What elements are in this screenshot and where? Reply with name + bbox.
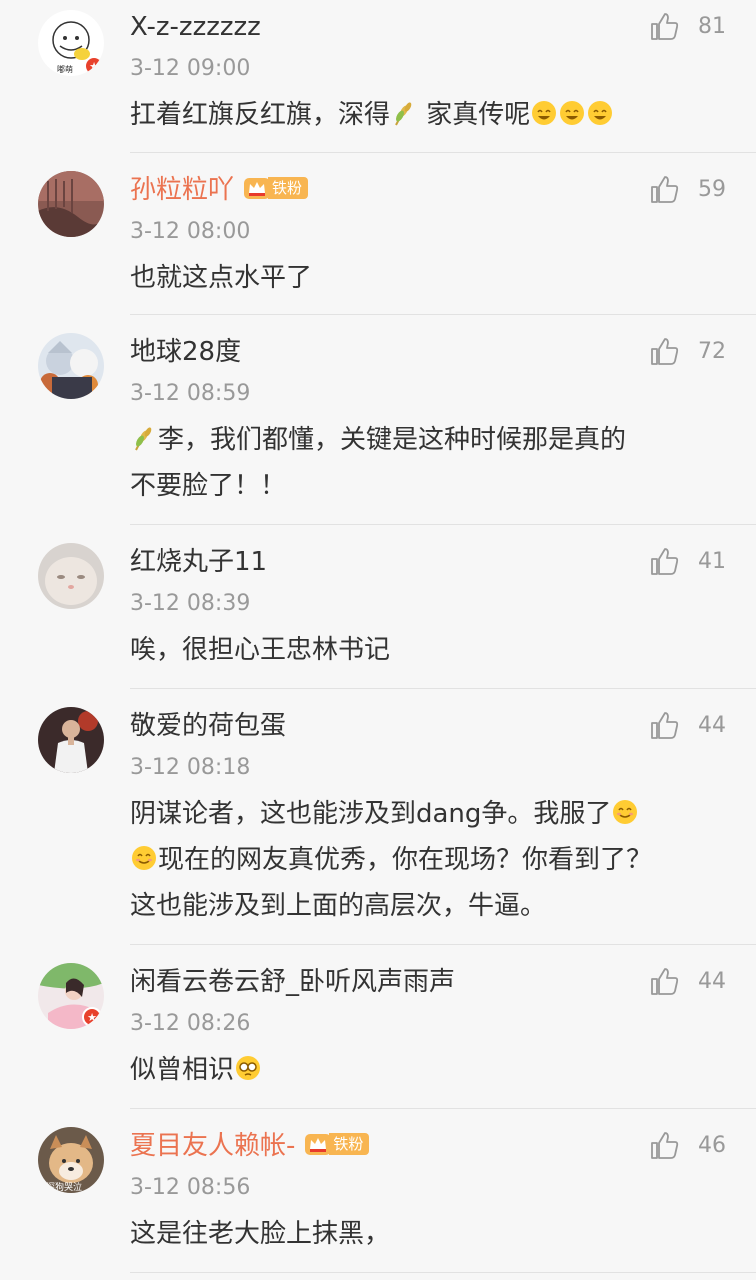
comment-text: 也就这点水平了	[130, 263, 313, 293]
avatar[interactable]	[38, 333, 104, 399]
timestamp: 3-12 08:18	[130, 755, 251, 780]
avatar[interactable]: 嘟萌 ★	[38, 10, 104, 76]
comment-text: 似曾相识	[130, 1047, 696, 1093]
like-button[interactable]: 72	[648, 335, 726, 367]
thumbs-up-icon	[651, 1132, 679, 1159]
timestamp: 3-12 08:39	[130, 591, 251, 616]
verified-badge-icon: ★	[84, 56, 104, 76]
like-button[interactable]: 44	[648, 965, 726, 997]
comment-item[interactable]: 嘟萌 ★ X-z-zzzzzz 3-12 09:00 扛着红旗反红旗，深得 家真…	[38, 0, 756, 153]
verified-badge-icon: ★	[82, 1007, 102, 1027]
timestamp: 3-12 08:00	[130, 219, 251, 244]
avatar[interactable]	[38, 707, 104, 773]
timestamp: 3-12 09:00	[130, 56, 251, 81]
username[interactable]: 夏目友人赖帐- 铁粉	[130, 1131, 370, 1161]
comment-text: 李，我们都懂，关键是这种时候那是真的 不要脸了！！	[130, 417, 696, 509]
username[interactable]: X-z-zzzzzz	[130, 12, 261, 42]
like-button[interactable]: 59	[648, 173, 726, 205]
comment-text: 扛着红旗反红旗，深得 家真传呢	[130, 92, 696, 138]
svg-text:探狗哭泣: 探狗哭泣	[46, 1181, 82, 1193]
avatar[interactable]: 探狗哭泣	[38, 1127, 104, 1193]
svg-text:嘟萌: 嘟萌	[57, 64, 73, 74]
avatar[interactable]	[38, 543, 104, 609]
like-count: 44	[698, 968, 726, 994]
like-count: 81	[698, 13, 726, 39]
comment-text: 唉，很担心王忠林书记	[130, 635, 391, 665]
avatar[interactable]: ★	[38, 963, 104, 1029]
timestamp: 3-12 08:26	[130, 1011, 251, 1036]
like-count: 41	[698, 548, 726, 574]
timestamp: 3-12 08:59	[130, 381, 251, 406]
username[interactable]: 地球28度	[130, 337, 241, 367]
comment-item[interactable]: 地球28度 3-12 08:59 李，我们都懂，关键是这种时候那是真的 不要脸了！…	[38, 315, 756, 525]
thumbs-up-icon	[651, 176, 679, 203]
like-count: 72	[698, 338, 726, 364]
smile-emoji-icon	[611, 795, 639, 824]
comment-item[interactable]: 敬爱的荷包蛋 3-12 08:18 阴谋论者，这也能涉及到dang争。我服了 现在…	[38, 689, 756, 945]
like-count: 44	[698, 712, 726, 738]
thumbs-up-icon	[651, 712, 679, 739]
laugh-emoji-icon	[586, 96, 614, 125]
comment-item[interactable]: 孙粒粒吖 铁粉 3-12 08:00 也就这点水平了 59	[38, 153, 756, 315]
laugh-emoji-icon	[530, 96, 558, 125]
wheat-icon	[130, 421, 158, 451]
glasses-emoji-icon	[234, 1051, 262, 1080]
thumbs-up-icon	[651, 968, 679, 995]
like-count: 59	[698, 176, 726, 202]
comment-text: 阴谋论者，这也能涉及到dang争。我服了 现在的网友真优秀，你在现场？你看到了？这…	[130, 791, 696, 929]
thumbs-up-icon	[651, 548, 679, 575]
fans-badge: 铁粉	[303, 1131, 370, 1157]
like-button[interactable]: 44	[648, 709, 726, 741]
crown-icon	[242, 175, 272, 201]
comment-item[interactable]: ★ 闲看云卷云舒_卧听风声雨声 3-12 08:26 似曾相识 44	[38, 945, 756, 1109]
like-button[interactable]: 81	[648, 10, 726, 42]
like-count: 46	[698, 1132, 726, 1158]
fans-badge: 铁粉	[242, 175, 309, 201]
thumbs-up-icon	[651, 338, 679, 365]
wheat-icon	[390, 96, 418, 126]
crown-icon	[303, 1131, 333, 1157]
like-button[interactable]: 41	[648, 545, 726, 577]
timestamp: 3-12 08:56	[130, 1175, 251, 1200]
username[interactable]: 闲看云卷云舒_卧听风声雨声	[130, 967, 455, 997]
laugh-emoji-icon	[558, 96, 586, 125]
comment-item[interactable]: 红烧丸子11 3-12 08:39 唉，很担心王忠林书记 41	[38, 525, 756, 689]
avatar[interactable]	[38, 171, 104, 237]
smile-emoji-icon	[130, 841, 158, 870]
comment-list: 嘟萌 ★ X-z-zzzzzz 3-12 09:00 扛着红旗反红旗，深得 家真…	[0, 0, 756, 1273]
username[interactable]: 红烧丸子11	[130, 547, 267, 577]
username[interactable]: 敬爱的荷包蛋	[130, 711, 286, 741]
username[interactable]: 孙粒粒吖 铁粉	[130, 175, 309, 205]
thumbs-up-icon	[651, 13, 679, 40]
like-button[interactable]: 46	[648, 1129, 726, 1161]
comment-text: 这是往老大脸上抹黑，	[130, 1219, 391, 1249]
comment-item[interactable]: 探狗哭泣 夏目友人赖帐- 铁粉 3-12 08:56 这是往老大脸上抹黑， 46	[38, 1109, 756, 1273]
